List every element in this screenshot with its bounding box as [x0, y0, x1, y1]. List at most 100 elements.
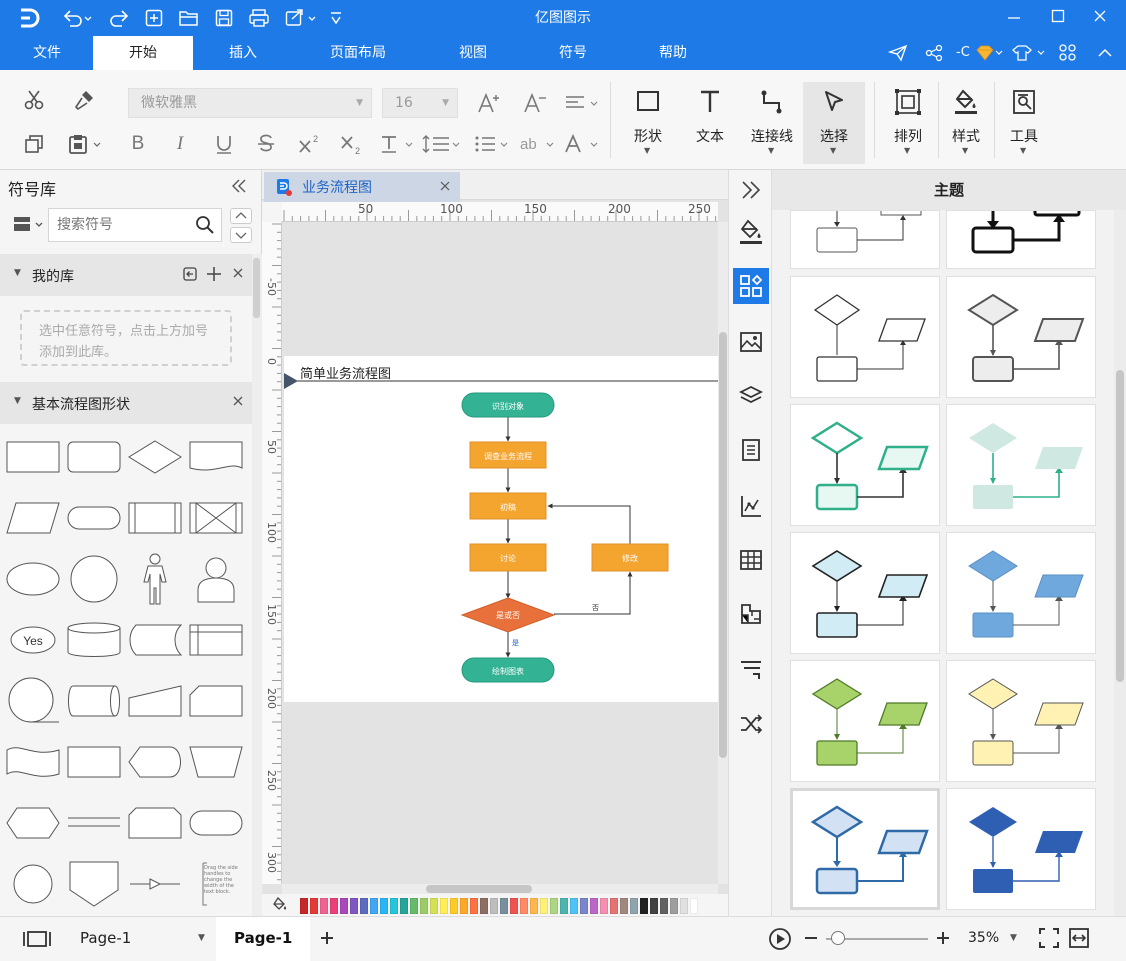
- arrange-button[interactable]: 排列 ▼: [880, 84, 936, 160]
- symbol-search-input[interactable]: [49, 209, 187, 241]
- circle-shape[interactable]: [66, 555, 122, 603]
- theme-card-10[interactable]: [946, 660, 1096, 782]
- rounded-process-shape[interactable]: [66, 434, 122, 480]
- color-swatch[interactable]: [530, 898, 538, 914]
- color-swatch[interactable]: [380, 898, 388, 914]
- theme-scrollbar-thumb[interactable]: [1116, 370, 1124, 682]
- parallel-mode-shape[interactable]: [66, 800, 122, 846]
- canvas-horizontal-scrollbar-thumb[interactable]: [426, 885, 532, 893]
- theme-card-1[interactable]: [790, 210, 940, 269]
- data-chart-panel-icon[interactable]: [733, 488, 769, 524]
- my-library-header[interactable]: ▼ 我的库: [0, 254, 252, 296]
- color-swatch[interactable]: [660, 898, 668, 914]
- format-painter-icon[interactable]: [70, 86, 98, 114]
- canvas-horizontal-scrollbar[interactable]: [282, 884, 718, 894]
- color-swatch[interactable]: [490, 898, 498, 914]
- predefined-process-shape[interactable]: [127, 495, 183, 541]
- color-swatch[interactable]: [640, 898, 648, 914]
- library-scrollbar-thumb[interactable]: [253, 258, 260, 318]
- symbol-search-box[interactable]: [48, 208, 222, 242]
- color-swatch[interactable]: [680, 898, 688, 914]
- color-swatch[interactable]: [560, 898, 568, 914]
- close-tab-icon[interactable]: [440, 181, 450, 191]
- color-swatch[interactable]: [500, 898, 508, 914]
- sequential-data-shape[interactable]: [5, 677, 61, 724]
- zoom-slider-handle[interactable]: [831, 931, 845, 945]
- expand-panel-icon[interactable]: [733, 172, 769, 208]
- diagram-title[interactable]: 简单业务流程图: [300, 366, 391, 382]
- open-folder-icon[interactable]: [178, 8, 200, 28]
- align-icon[interactable]: [562, 89, 602, 117]
- color-swatch[interactable]: [370, 898, 378, 914]
- theme-card-3[interactable]: [790, 276, 940, 398]
- punched-tape-shape[interactable]: [5, 739, 61, 785]
- scroll-down-button[interactable]: [230, 227, 252, 243]
- send-icon[interactable]: [888, 44, 908, 62]
- color-swatch[interactable]: [520, 898, 528, 914]
- theme-card-12[interactable]: [946, 788, 1096, 910]
- collapse-panel-icon[interactable]: [230, 178, 248, 194]
- share-icon[interactable]: [924, 44, 944, 62]
- zoom-level[interactable]: 35%: [968, 930, 999, 946]
- stored-data-cylinder-shape[interactable]: [66, 617, 122, 663]
- theme-card-2[interactable]: [946, 210, 1096, 269]
- close-icon[interactable]: [232, 395, 244, 407]
- fit-width-icon[interactable]: [1068, 927, 1090, 949]
- fill-bucket-icon[interactable]: [272, 897, 288, 913]
- decrease-font-icon[interactable]: [522, 89, 550, 117]
- quick-access-dropdown-icon[interactable]: [328, 8, 344, 28]
- tab-help[interactable]: 帮助: [638, 36, 708, 70]
- tools-button[interactable]: 工具 ▼: [996, 84, 1052, 160]
- color-swatch[interactable]: [300, 898, 308, 914]
- tab-view[interactable]: 视图: [438, 36, 508, 70]
- page-panel-icon[interactable]: [733, 432, 769, 468]
- card-shape[interactable]: [188, 678, 244, 724]
- floor-plan-panel-icon[interactable]: [733, 596, 769, 632]
- italic-icon[interactable]: I: [166, 130, 194, 158]
- export-icon[interactable]: [284, 8, 318, 28]
- layers-panel-icon[interactable]: [733, 378, 769, 414]
- app-logo-icon[interactable]: [18, 8, 40, 28]
- text-style-icon[interactable]: [378, 130, 418, 158]
- color-swatch[interactable]: [400, 898, 408, 914]
- preparation-shape[interactable]: [5, 800, 61, 846]
- color-swatch[interactable]: [340, 898, 348, 914]
- document-shape[interactable]: [188, 434, 244, 480]
- color-swatch[interactable]: [320, 898, 328, 914]
- image-panel-icon[interactable]: [733, 324, 769, 360]
- process-shape[interactable]: [5, 434, 61, 480]
- theme-card-9[interactable]: [790, 660, 940, 782]
- maximize-icon[interactable]: [1050, 8, 1066, 24]
- zoom-in-icon[interactable]: [934, 929, 952, 947]
- color-swatch[interactable]: [410, 898, 418, 914]
- tab-insert[interactable]: 插入: [206, 36, 280, 70]
- color-swatch[interactable]: [630, 898, 638, 914]
- data-shape[interactable]: [5, 495, 61, 541]
- color-swatch[interactable]: [330, 898, 338, 914]
- collapse-ribbon-icon[interactable]: [1096, 44, 1114, 62]
- yes-terminator-shape[interactable]: Yes: [5, 617, 61, 663]
- loop-limit-shape[interactable]: [127, 800, 183, 846]
- connector-loop-back[interactable]: [547, 503, 631, 544]
- color-swatch[interactable]: [620, 898, 628, 914]
- off-page-connector-shape[interactable]: [66, 861, 122, 907]
- table-panel-icon[interactable]: [733, 542, 769, 578]
- color-swatch[interactable]: [350, 898, 358, 914]
- rounded-rectangle-shape[interactable]: [188, 800, 244, 846]
- superscript-icon[interactable]: 2: [296, 130, 324, 158]
- close-window-icon[interactable]: [1092, 8, 1108, 24]
- color-swatch[interactable]: [610, 898, 618, 914]
- copy-icon[interactable]: [20, 130, 48, 158]
- connector-button[interactable]: 连接线 ▼: [744, 84, 800, 160]
- terminator-shape[interactable]: [66, 495, 122, 541]
- decision-shape[interactable]: [127, 434, 183, 480]
- theme-card-8[interactable]: [946, 532, 1096, 654]
- font-family-select[interactable]: 微软雅黑 ▼: [128, 88, 372, 118]
- basic-flowchart-header[interactable]: ▼ 基本流程图形状: [0, 382, 252, 424]
- text-button[interactable]: 文本: [682, 84, 738, 160]
- user-account-label[interactable]: -C: [956, 36, 970, 70]
- color-swatch[interactable]: [470, 898, 478, 914]
- color-swatch[interactable]: [650, 898, 658, 914]
- theme-panel-icon[interactable]: [733, 268, 769, 304]
- page-view-icon[interactable]: [22, 929, 52, 949]
